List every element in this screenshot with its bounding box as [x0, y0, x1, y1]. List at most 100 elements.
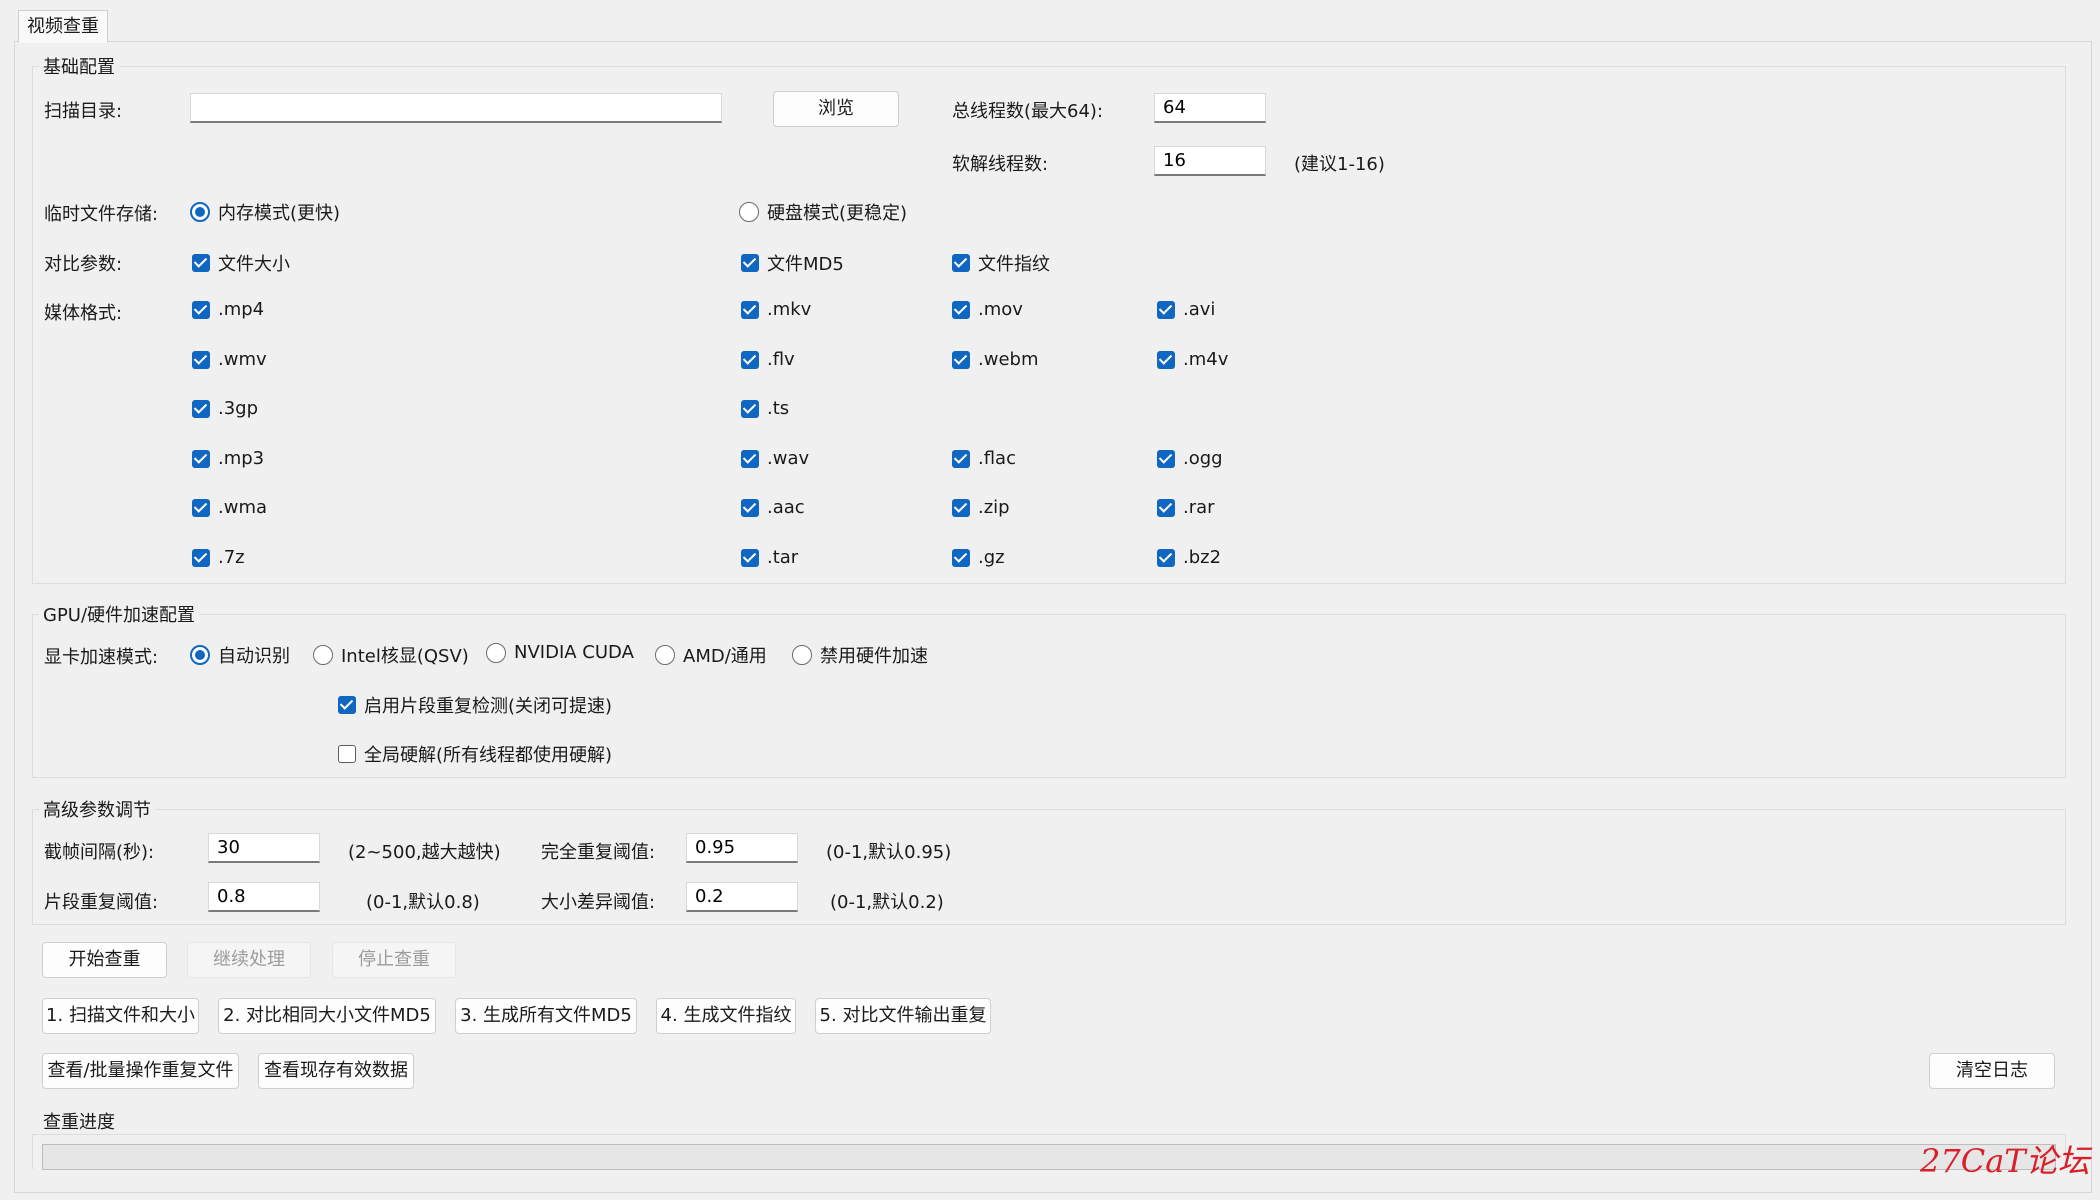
basic-config-group	[32, 66, 2066, 584]
gpu-mode-label: 显卡加速模式:	[44, 647, 159, 668]
checkbox-indicator	[741, 254, 759, 272]
step1-button[interactable]: 1. 扫描文件和大小	[42, 998, 199, 1034]
gpu-mode-qsv-radio[interactable]: Intel核显(QSV)	[313, 642, 469, 668]
step2-button[interactable]: 2. 对比相同大小文件MD5	[218, 998, 436, 1034]
checkbox-indicator	[1157, 300, 1175, 319]
gpu-mode-amd-radio[interactable]: AMD/通用	[655, 642, 767, 668]
gpu-mode-auto-radio[interactable]: 自动识别	[190, 642, 290, 668]
view-duplicates-button[interactable]: 查看/批量操作重复文件	[42, 1053, 239, 1089]
format-checkbox[interactable]: .flac	[952, 448, 1016, 469]
advanced-config-title: 高级参数调节	[39, 796, 155, 822]
gpu-mode-disable-radio[interactable]: 禁用硬件加速	[792, 642, 928, 668]
size-threshold-input[interactable]	[686, 882, 798, 912]
format-checkbox[interactable]: .mp3	[192, 448, 264, 469]
radio-indicator	[792, 645, 812, 665]
checkbox-indicator	[1157, 498, 1175, 517]
format-checkbox[interactable]: .mp4	[192, 299, 264, 320]
size-threshold-hint: (0-1,默认0.2)	[830, 892, 944, 913]
format-checkbox[interactable]: .3gp	[192, 398, 258, 419]
checkbox-indicator	[952, 254, 970, 272]
format-checkbox[interactable]: .ogg	[1157, 448, 1223, 469]
checkbox-indicator	[192, 300, 210, 319]
basic-config-title: 基础配置	[39, 53, 119, 79]
checkbox-indicator	[952, 548, 970, 567]
format-checkbox[interactable]: .avi	[1157, 299, 1215, 320]
temp-mem-radio[interactable]: 内存模式(更快)	[190, 199, 340, 225]
clear-log-button[interactable]: 清空日志	[1929, 1053, 2055, 1089]
format-checkbox[interactable]: .tar	[741, 547, 798, 568]
checkbox-indicator	[1157, 350, 1175, 369]
checkbox-indicator	[741, 449, 759, 468]
format-checkbox[interactable]: .wmv	[192, 349, 267, 370]
format-checkbox[interactable]: .wma	[192, 497, 267, 518]
scan-dir-label: 扫描目录:	[44, 101, 123, 122]
format-checkbox[interactable]: .ts	[741, 398, 789, 419]
format-checkbox[interactable]: .wav	[741, 448, 809, 469]
checkbox-indicator	[952, 498, 970, 517]
segment-threshold-input[interactable]	[208, 882, 320, 912]
temp-disk-radio[interactable]: 硬盘模式(更稳定)	[739, 199, 907, 225]
view-valid-data-button[interactable]: 查看现存有效数据	[258, 1053, 414, 1089]
interval-hint: (2~500,越大越快)	[348, 842, 501, 863]
checkbox-indicator	[192, 399, 210, 418]
total-threads-label: 总线程数(最大64):	[952, 101, 1104, 122]
gpu-mode-cuda-radio[interactable]: NVIDIA CUDA	[486, 642, 634, 663]
segment-threshold-label: 片段重复阈值:	[44, 892, 159, 913]
radio-indicator	[313, 645, 333, 665]
gpu-config-title: GPU/硬件加速配置	[39, 601, 200, 627]
soft-threads-input[interactable]	[1154, 146, 1266, 176]
segment-detect-checkbox[interactable]: 启用片段重复检测(关闭可提速)	[338, 692, 612, 718]
compare-size-checkbox[interactable]: 文件大小	[192, 250, 290, 276]
format-checkbox[interactable]: .zip	[952, 497, 1010, 518]
full-threshold-input[interactable]	[686, 833, 798, 863]
format-checkbox[interactable]: .rar	[1157, 497, 1215, 518]
advanced-config-group	[32, 809, 2066, 925]
format-checkbox[interactable]: .gz	[952, 547, 1005, 568]
step5-button[interactable]: 5. 对比文件输出重复	[815, 998, 991, 1034]
checkbox-indicator	[952, 350, 970, 369]
checkbox-indicator	[1157, 548, 1175, 567]
checkbox-indicator	[192, 449, 210, 468]
compare-md5-checkbox[interactable]: 文件MD5	[741, 250, 844, 276]
checkbox-indicator	[192, 548, 210, 567]
resume-button[interactable]: 继续处理	[187, 942, 311, 978]
browse-button[interactable]: 浏览	[773, 91, 899, 127]
format-checkbox[interactable]: .mov	[952, 299, 1023, 320]
format-checkbox[interactable]: .m4v	[1157, 349, 1228, 370]
checkbox-indicator	[741, 350, 759, 369]
radio-indicator	[739, 202, 759, 222]
format-checkbox[interactable]: .webm	[952, 349, 1038, 370]
global-hwdecode-checkbox[interactable]: 全局硬解(所有线程都使用硬解)	[338, 741, 612, 767]
checkbox-indicator	[192, 350, 210, 369]
stop-button[interactable]: 停止查重	[332, 942, 456, 978]
step3-button[interactable]: 3. 生成所有文件MD5	[455, 998, 637, 1034]
total-threads-input[interactable]	[1154, 93, 1266, 123]
radio-indicator	[190, 645, 210, 665]
tab-video-dedupe[interactable]: 视频查重	[18, 10, 108, 43]
progress-title: 查重进度	[39, 1108, 119, 1134]
interval-input[interactable]	[208, 833, 320, 863]
compare-label: 对比参数:	[44, 254, 123, 275]
radio-indicator	[655, 645, 675, 665]
format-checkbox[interactable]: .7z	[192, 547, 245, 568]
compare-fingerprint-checkbox[interactable]: 文件指纹	[952, 250, 1050, 276]
checkbox-indicator	[741, 548, 759, 567]
temp-storage-label: 临时文件存储:	[44, 204, 159, 225]
progress-bar	[42, 1144, 2056, 1170]
soft-threads-label: 软解线程数:	[952, 154, 1049, 175]
soft-threads-hint: (建议1-16)	[1294, 154, 1385, 175]
radio-indicator	[190, 202, 210, 222]
format-checkbox[interactable]: .mkv	[741, 299, 811, 320]
start-button[interactable]: 开始查重	[42, 942, 167, 978]
size-threshold-label: 大小差异阈值:	[541, 892, 656, 913]
checkbox-indicator	[741, 498, 759, 517]
checkbox-indicator	[952, 449, 970, 468]
scan-dir-input[interactable]	[190, 93, 722, 123]
segment-threshold-hint: (0-1,默认0.8)	[366, 892, 480, 913]
format-checkbox[interactable]: .bz2	[1157, 547, 1221, 568]
checkbox-indicator	[741, 300, 759, 319]
media-format-label: 媒体格式:	[44, 303, 123, 324]
format-checkbox[interactable]: .flv	[741, 349, 795, 370]
format-checkbox[interactable]: .aac	[741, 497, 805, 518]
step4-button[interactable]: 4. 生成文件指纹	[656, 998, 796, 1034]
